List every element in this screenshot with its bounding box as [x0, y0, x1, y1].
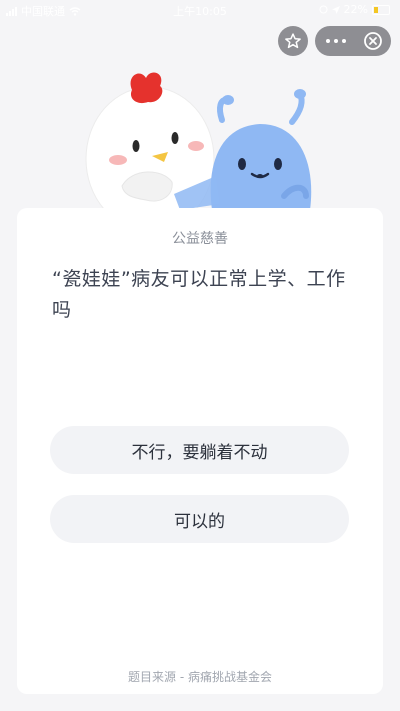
more-dot	[342, 39, 346, 43]
question-category: 公益慈善	[172, 231, 228, 247]
status-right: 22%	[319, 3, 390, 16]
answer-option-2[interactable]: 可以的	[50, 495, 349, 543]
answer-option-1[interactable]: 不行，要躺着不动	[50, 426, 349, 474]
mascot-illustration	[85, 72, 312, 214]
favorite-button[interactable]	[278, 26, 308, 56]
question-source: 题目来源 - 病痛挑战基金会	[128, 670, 272, 684]
more-dots-icon	[326, 39, 330, 43]
star-icon	[285, 33, 301, 49]
location-arrow-icon	[331, 5, 340, 14]
more-button[interactable]	[315, 26, 357, 56]
alarm-icon	[319, 5, 328, 14]
question-card: 公益慈善 “瓷娃娃”病友可以正常上学、工作吗 不行，要躺着不动 可以的 题目来源…	[17, 208, 383, 694]
battery-icon	[372, 4, 390, 15]
battery-percent: 22%	[343, 3, 368, 16]
answer-option-label: 不行，要躺着不动	[131, 442, 268, 463]
answer-option-label: 可以的	[174, 511, 225, 532]
mini-program-capsule	[315, 26, 391, 56]
more-dot	[334, 39, 338, 43]
close-button[interactable]	[363, 31, 383, 51]
question-text: “瓷娃娃”病友可以正常上学、工作吗	[52, 268, 346, 321]
status-bar: 中国联通 上午10:05 22%	[0, 0, 400, 20]
